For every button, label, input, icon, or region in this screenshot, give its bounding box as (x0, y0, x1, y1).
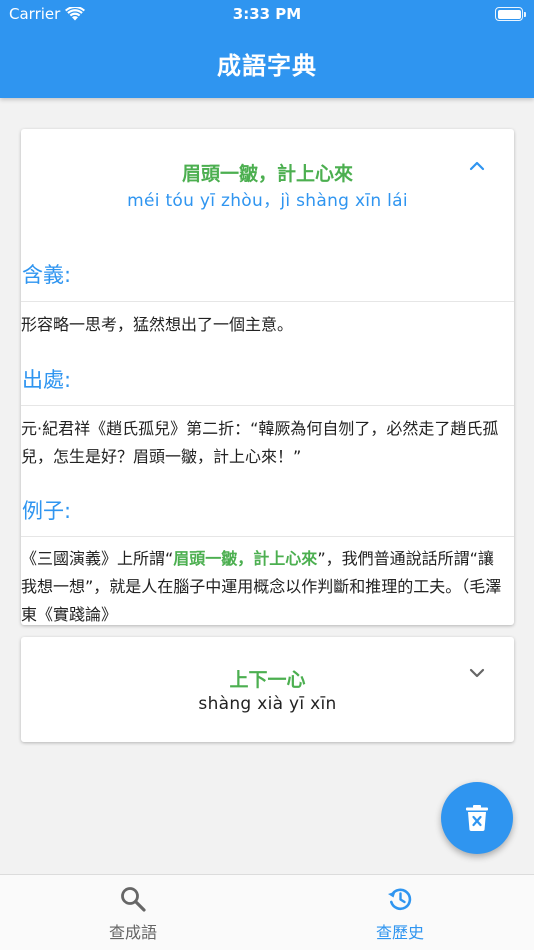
example-idiom-highlight: 眉頭一皺，計上心來 (173, 549, 318, 568)
status-time: 3:33 PM (232, 5, 302, 23)
divider (21, 536, 514, 537)
tab-label: 查成語 (108, 923, 157, 942)
example-text-before: 《三國演義》上所謂“ (21, 549, 174, 568)
status-bar: Carrier 3:33 PM (0, 0, 534, 28)
chevron-down-icon[interactable] (468, 664, 486, 682)
meaning-text: 形容略一思考，猛然想出了一個主意。 (21, 315, 294, 334)
source-label: 出處: (22, 368, 72, 392)
source-text: 元·紀君祥《趙氏孤兒》第二折：“韓厥為何自刎了，必然走了趙氏孤兒，怎生是好？眉頭… (21, 419, 499, 466)
bottom-navigation: 查成語 查歷史 (0, 874, 534, 950)
idiom-title[interactable]: 上下一心 (21, 665, 514, 692)
clear-history-button[interactable] (441, 782, 513, 854)
tab-search-idiom[interactable]: 查成語 (73, 885, 193, 943)
divider (21, 405, 514, 406)
idiom-card-expanded: 眉頭一皺，計上心來 méi tóu yī zhòu，jì shàng xīn l… (21, 129, 514, 625)
tab-history[interactable]: 查歷史 (340, 885, 460, 943)
page-title: 成語字典 (217, 52, 317, 80)
idiom-title[interactable]: 眉頭一皺，計上心來 (21, 159, 514, 186)
example-label: 例子: (22, 499, 72, 523)
idiom-pinyin: shàng xià yī xīn (198, 694, 337, 714)
delete-sweep-icon (466, 805, 488, 831)
meaning-label: 含義: (22, 263, 72, 287)
search-icon (121, 887, 146, 912)
idiom-pinyin: méi tóu yī zhòu，jì shàng xīn lái (127, 191, 408, 211)
app-bar: Carrier 3:33 PM 成語字典 (0, 0, 534, 98)
example-text: 《三國演義》上所謂“眉頭一皺，計上心來”，我們普通說話所謂“讓我想一想”，就是人… (21, 545, 509, 625)
tab-label: 查歷史 (375, 923, 424, 942)
idiom-card-collapsed[interactable]: 上下一心 shàng xià yī xīn (21, 637, 514, 742)
chevron-up-icon[interactable] (468, 157, 486, 175)
history-icon (388, 888, 412, 911)
battery-icon (495, 7, 526, 21)
divider (21, 301, 514, 302)
